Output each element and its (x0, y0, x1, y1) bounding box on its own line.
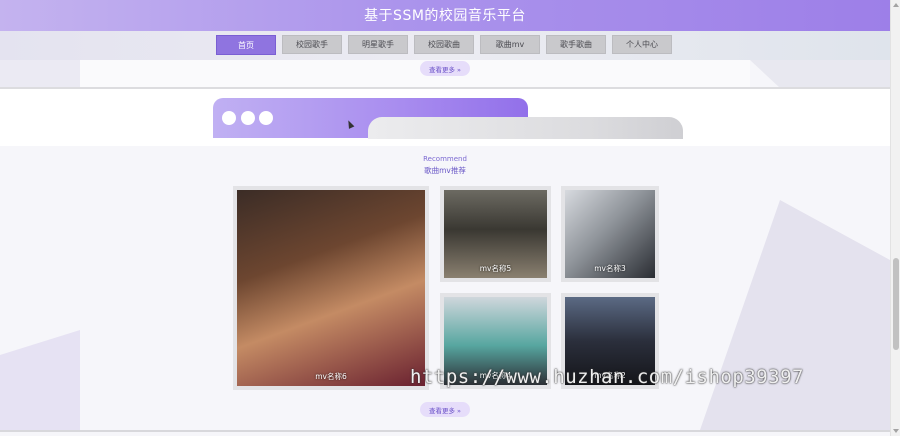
mv-thumbnail: mv名称5 (444, 190, 547, 278)
nav-item-user-center[interactable]: 个人中心 (612, 35, 672, 54)
mv-thumbnail: mv名称3 (565, 190, 655, 278)
mv-card[interactable]: mv名称5 (440, 186, 551, 282)
previous-section (80, 60, 750, 87)
section-bottom-line (0, 430, 890, 432)
banner-window-front (368, 117, 683, 139)
scroll-up-arrow-icon[interactable] (893, 3, 899, 7)
nav-item-campus-songs[interactable]: 校园歌曲 (414, 35, 474, 54)
watermark: https://www.huzhan.com/ishop39397 (410, 366, 804, 388)
page: 基于SSM的校园音乐平台 首页 校园歌手 明星歌手 校园歌曲 歌曲mv 歌手歌曲… (0, 0, 890, 436)
site-title: 基于SSM的校园音乐平台 (364, 8, 526, 24)
mv-card[interactable]: mv名称3 (561, 186, 659, 282)
site-header: 基于SSM的校园音乐平台 (0, 0, 890, 31)
nav-item-campus-singers[interactable]: 校园歌手 (282, 35, 342, 54)
recommend-more-button[interactable]: 查看更多 » (420, 402, 470, 417)
page-scrollbar[interactable] (890, 0, 900, 436)
scroll-down-arrow-icon[interactable] (893, 429, 899, 433)
mv-caption: mv名称5 (479, 264, 512, 273)
dot-icon (241, 111, 255, 125)
recommend-subtitle: Recommend (423, 155, 467, 163)
mv-caption: mv名称6 (315, 372, 347, 381)
nav-item-star-singers[interactable]: 明星歌手 (348, 35, 408, 54)
mv-caption: mv名称3 (594, 264, 626, 273)
dot-icon (259, 111, 273, 125)
dot-icon (222, 111, 236, 125)
mv-thumbnail: mv名称6 (237, 190, 425, 386)
nav-item-singer-songs[interactable]: 歌手歌曲 (546, 35, 606, 54)
nav-item-song-mv[interactable]: 歌曲mv (480, 35, 540, 54)
nav-item-home[interactable]: 首页 (216, 35, 276, 55)
main-nav: 首页 校园歌手 明星歌手 校园歌曲 歌曲mv 歌手歌曲 个人中心 (216, 35, 672, 55)
scroll-thumb[interactable] (893, 258, 899, 350)
mv-card[interactable]: mv名称6 (233, 186, 429, 390)
recommend-title: 歌曲mv推荐 (424, 166, 466, 175)
previous-more-button[interactable]: 查看更多 » (420, 61, 470, 76)
